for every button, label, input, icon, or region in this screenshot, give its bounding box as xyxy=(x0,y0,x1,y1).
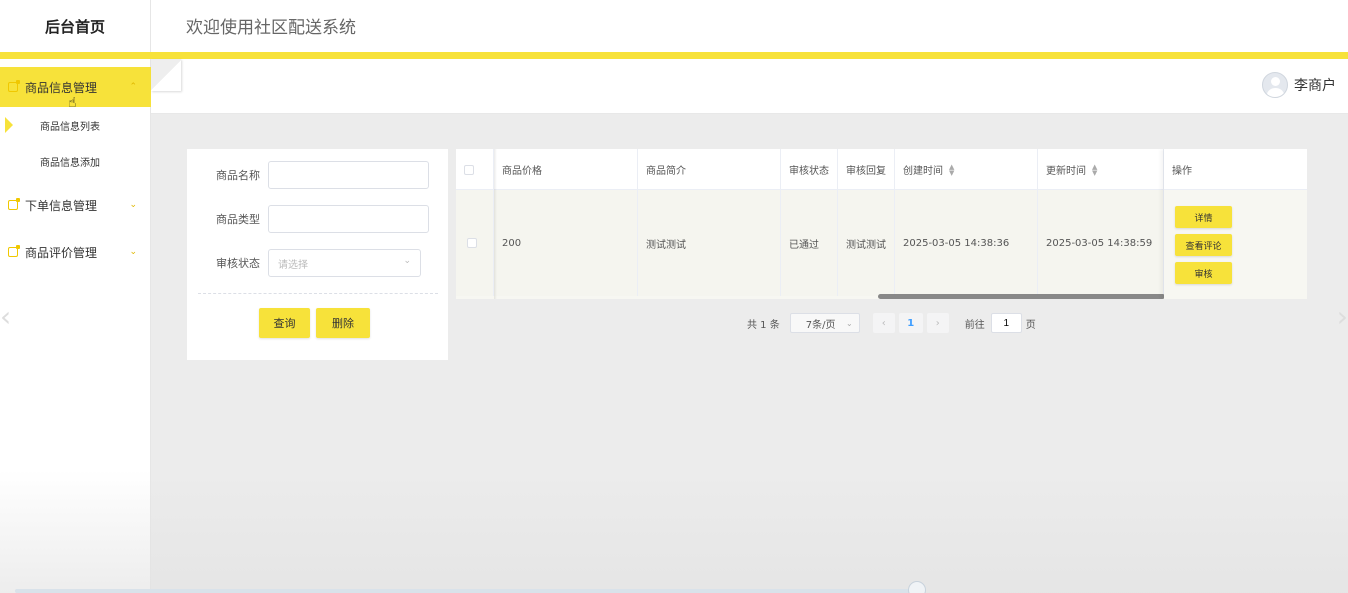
cell-price: 200 xyxy=(494,190,638,296)
avatar xyxy=(1262,72,1288,98)
divider xyxy=(198,293,438,294)
folder-icon xyxy=(8,80,20,92)
col-header-status: 审核状态 xyxy=(781,149,838,190)
submenu-product-add[interactable]: 商品信息添加 xyxy=(0,143,151,179)
page-number-current[interactable]: 1 xyxy=(898,313,923,333)
col-header-reply: 审核回复 xyxy=(838,149,895,190)
menu-product-review[interactable]: 商品评价管理 ⌄ xyxy=(0,232,151,272)
status-label: 审核状态 xyxy=(216,257,260,270)
chevron-down-icon: ⌄ xyxy=(846,318,853,328)
pagination: 共 1 条 7条/页 ⌄ ‹ 1 › 前往 页 xyxy=(747,313,1036,333)
hand-cursor-icon: ☝ xyxy=(68,95,77,111)
menu-order-info[interactable]: 下单信息管理 ⌄ xyxy=(0,185,151,225)
chevron-left-icon: ‹ xyxy=(881,317,886,329)
col-header-updated[interactable]: 更新时间 ▲ ▼ xyxy=(1038,149,1164,190)
chevron-right-icon: › xyxy=(935,317,940,329)
bottom-scroll-knob[interactable] xyxy=(908,581,926,593)
sort-icon[interactable]: ▲ ▼ xyxy=(949,163,954,176)
cell-updated: 2025-03-05 14:38:59 xyxy=(1038,190,1164,296)
system-title: 欢迎使用社区配送系统 xyxy=(186,18,356,38)
status-field-row: 审核状态 请选择 ⌄ xyxy=(187,248,448,278)
query-button[interactable]: 查询 xyxy=(259,308,310,338)
col-header-operation: 操作 xyxy=(1164,149,1307,190)
user-menu[interactable]: 李商户 xyxy=(1262,72,1336,98)
cell-reply: 测试测试 xyxy=(838,190,895,296)
operation-column: 操作 详情 查看评论 审核 xyxy=(1164,149,1307,299)
row-checkbox[interactable] xyxy=(467,238,477,248)
data-table: 商品价格 商品简介 审核状态 审核回复 创建时间 ▲ ▼ 更新时间 ▲ ▼ 200 … xyxy=(456,149,1307,299)
col-header-label: 创建时间 xyxy=(903,166,943,177)
menu-label: 商品信息管理 xyxy=(25,80,98,95)
view-reviews-button[interactable]: 查看评论 xyxy=(1175,234,1232,256)
col-header-created[interactable]: 创建时间 ▲ ▼ xyxy=(895,149,1038,190)
detail-button[interactable]: 详情 xyxy=(1175,206,1232,228)
menu-label: 下单信息管理 xyxy=(25,198,98,213)
col-header-intro: 商品简介 xyxy=(638,149,781,190)
sidebar-accent-bar xyxy=(0,52,151,59)
chevron-up-icon: ⌃ xyxy=(129,82,137,92)
name-label: 商品名称 xyxy=(216,169,260,182)
col-header-label: 更新时间 xyxy=(1046,166,1086,177)
cell-created: 2025-03-05 14:38:36 xyxy=(895,190,1038,296)
chevron-down-icon: ⌄ xyxy=(403,256,411,266)
type-field-row: 商品类型 xyxy=(187,204,448,234)
audit-button[interactable]: 审核 xyxy=(1175,262,1232,284)
cell-intro: 测试测试 xyxy=(638,190,781,296)
pagination-total: 共 1 条 xyxy=(747,319,780,331)
row-select-cell xyxy=(456,190,494,296)
goto-page-input[interactable] xyxy=(990,313,1022,333)
prev-page-button[interactable]: ‹ xyxy=(872,313,895,333)
collapse-toggle-icon[interactable] xyxy=(151,59,181,91)
topbar-accent-bar xyxy=(151,52,1348,59)
col-header-price: 商品价格 xyxy=(494,149,638,190)
cell-status: 已通过 xyxy=(781,190,838,296)
chevron-down-icon: ⌄ xyxy=(129,200,137,210)
submenu-label: 商品信息列表 xyxy=(40,121,100,133)
select-all-cell xyxy=(456,149,494,190)
search-panel: 商品名称 商品类型 审核状态 请选择 ⌄ 查询 删除 xyxy=(187,149,448,360)
sort-icon[interactable]: ▲ ▼ xyxy=(1092,163,1097,176)
delete-button[interactable]: 删除 xyxy=(316,308,370,338)
horizontal-scrollbar[interactable] xyxy=(878,294,1165,299)
folder-icon xyxy=(8,245,20,257)
page-size-select[interactable]: 7条/页 ⌄ xyxy=(789,313,860,333)
topbar: 欢迎使用社区配送系统 xyxy=(151,0,1348,52)
bottom-shade xyxy=(0,470,1348,593)
status-select[interactable]: 请选择 ⌄ xyxy=(268,249,421,277)
submenu-product-list[interactable]: 商品信息列表 xyxy=(0,107,151,143)
next-page-button[interactable]: › xyxy=(926,313,949,333)
type-label: 商品类型 xyxy=(216,213,260,226)
folder-icon xyxy=(8,198,20,210)
status-select-placeholder: 请选择 xyxy=(278,259,308,271)
user-name: 李商户 xyxy=(1294,78,1336,94)
name-field-row: 商品名称 xyxy=(187,160,448,190)
chevron-left-icon[interactable]: ‹ xyxy=(0,300,11,333)
menu-label: 商品评价管理 xyxy=(25,245,98,260)
sub-header: 李商户 xyxy=(151,59,1348,114)
goto-label: 前往 xyxy=(964,319,985,331)
sidebar: 后台首页 商品信息管理 ⌃ 商品信息列表 商品信息添加 下单信息管理 ⌄ 商品评… xyxy=(0,0,151,593)
name-input[interactable] xyxy=(268,161,429,189)
page-size-value: 7条/页 xyxy=(805,319,836,331)
chevron-right-icon[interactable]: › xyxy=(1337,300,1348,333)
bottom-scroll-track[interactable] xyxy=(15,589,915,593)
type-input[interactable] xyxy=(268,205,429,233)
page-suffix: 页 xyxy=(1025,319,1036,331)
brand-home-link[interactable]: 后台首页 xyxy=(0,0,150,52)
chevron-down-icon: ⌄ xyxy=(129,247,137,257)
fixed-column-shadow xyxy=(494,149,497,299)
select-all-checkbox[interactable] xyxy=(464,164,474,175)
submenu-label: 商品信息添加 xyxy=(40,157,100,169)
